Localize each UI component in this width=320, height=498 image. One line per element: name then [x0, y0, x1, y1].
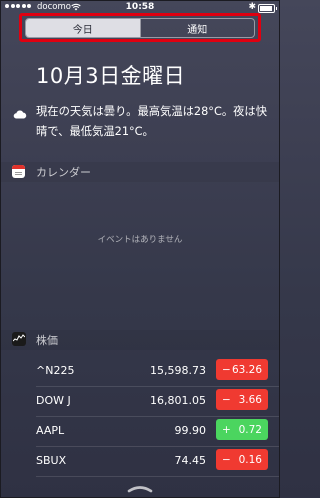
change-sign: −	[222, 393, 231, 406]
calendar-empty-message: イベントはありません	[97, 235, 183, 245]
stock-change-badge[interactable]: − 0.16	[216, 449, 268, 470]
stocks-title: 株価	[36, 334, 58, 347]
stock-row-n225[interactable]: ^N225 15,598.73 − 63.26	[0, 357, 280, 387]
stock-price: 16,801.05	[150, 394, 206, 407]
calendar-title: カレンダー	[36, 166, 91, 179]
stock-row-dowj[interactable]: DOW J 16,801.05 − 3.66	[0, 387, 280, 417]
stocks-list: ^N225 15,598.73 − 63.26 DOW J 16,801.05 …	[0, 357, 280, 477]
stock-price: 74.45	[174, 454, 207, 467]
stock-symbol: SBUX	[36, 454, 67, 467]
change-sign: +	[222, 423, 231, 436]
calendar-section-header[interactable]: カレンダー	[0, 162, 280, 182]
bluetooth-icon: ✱	[248, 2, 256, 12]
clock: 10:58	[125, 2, 155, 12]
pull-handle-chevron-icon[interactable]	[127, 485, 153, 493]
calendar-icon	[12, 165, 25, 178]
change-sign: −	[222, 363, 231, 376]
change-sign: −	[222, 453, 231, 466]
change-value: 3.66	[238, 393, 262, 406]
change-value: 0.72	[238, 423, 262, 436]
weather-summary: 現在の天気は曇り。最高気温は28°C。夜は快晴で、最低気温21°C。	[36, 105, 268, 138]
today-notifications-segmented-control: 今日 通知	[25, 18, 255, 38]
change-value: 0.16	[238, 453, 262, 466]
stocks-icon	[12, 332, 26, 346]
stock-symbol: ^N225	[36, 364, 75, 377]
stock-symbol: DOW J	[36, 394, 71, 407]
battery-icon	[258, 4, 277, 13]
change-value: 63.26	[231, 363, 262, 376]
stocks-section-header[interactable]: 株価	[0, 330, 280, 350]
stock-row-aapl[interactable]: AAPL 99.90 + 0.72	[0, 417, 280, 447]
stock-change-badge[interactable]: − 63.26	[216, 359, 268, 380]
stock-change-badge[interactable]: + 0.72	[216, 419, 268, 440]
stock-symbol: AAPL	[36, 424, 65, 437]
stock-price: 99.90	[174, 424, 207, 437]
cloud-icon	[13, 110, 27, 119]
tab-today[interactable]: 今日	[26, 19, 140, 37]
battery-level	[260, 6, 272, 11]
tab-notifications[interactable]: 通知	[139, 19, 255, 37]
stock-price: 15,598.73	[150, 364, 206, 377]
date-heading: 10月3日金曜日	[36, 64, 186, 88]
stock-row-sbux[interactable]: SBUX 74.45 − 0.16	[0, 447, 280, 477]
stock-change-badge[interactable]: − 3.66	[216, 389, 268, 410]
